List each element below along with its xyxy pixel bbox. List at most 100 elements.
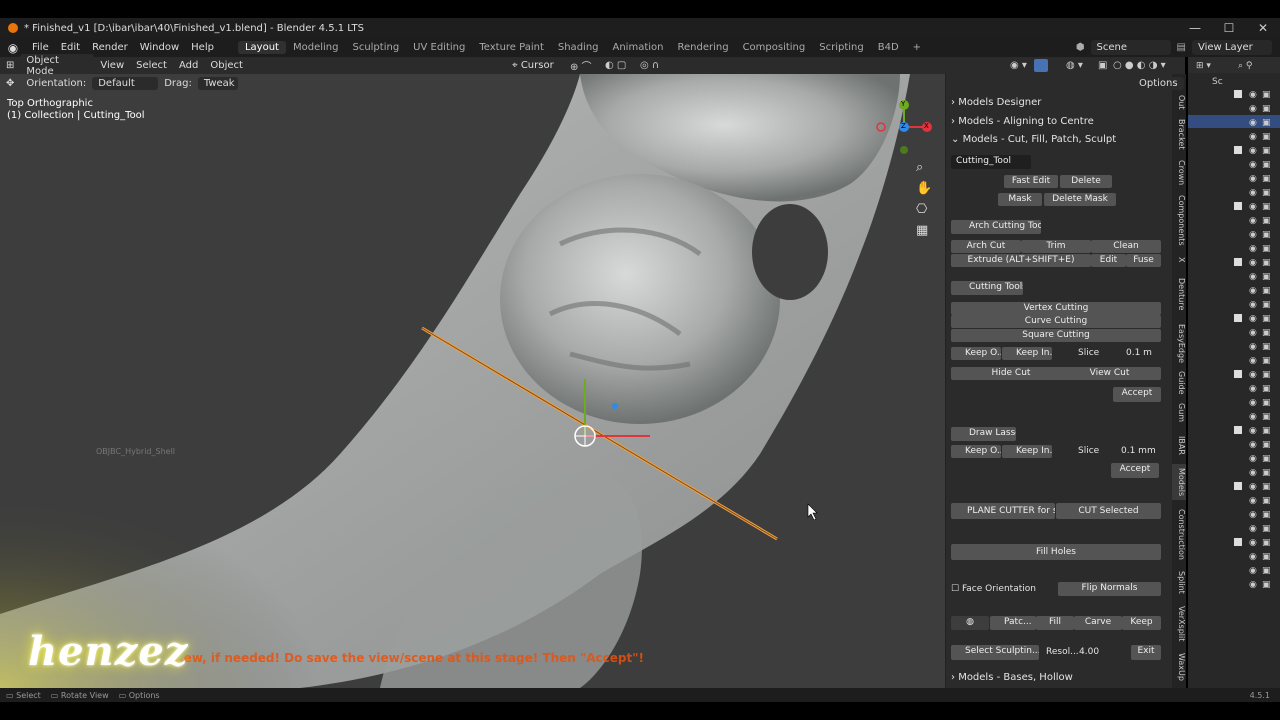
- outliner-visibility-icon[interactable]: ◉: [1249, 524, 1257, 534]
- outliner-panel[interactable]: ⊞ ▾ ⌕ ⚲ Sc ◉ ▣ ◉ ▣ ◉ ▣ ◉ ▣ ◉ ▣ ◉ ▣ ◉ ▣ ◉ ▣ ◉ ▣ ◉ ▣ ◉ ▣ ◉ ▣ ◉ ▣ ◉ ▣ ◉…: [1188, 57, 1280, 688]
- outliner-render-icon[interactable]: ▣: [1262, 524, 1271, 534]
- outliner-checkbox-icon[interactable]: [1234, 146, 1242, 154]
- outliner-visibility-icon[interactable]: ◉: [1249, 454, 1257, 464]
- editor-type-icon[interactable]: ⊞: [0, 60, 20, 71]
- visibility-icon[interactable]: ◉ ▾: [1010, 60, 1027, 71]
- xray-icon[interactable]: ▣: [1098, 60, 1107, 71]
- ortho-grid-icon[interactable]: ▦: [916, 223, 928, 238]
- tab-x[interactable]: X: [1172, 254, 1186, 266]
- outliner-render-icon[interactable]: ▣: [1262, 202, 1271, 212]
- tab-gum[interactable]: Gum: [1172, 402, 1186, 424]
- outliner-visibility-icon[interactable]: ◉: [1249, 230, 1257, 240]
- keep-inside-button[interactable]: Keep In...: [1002, 347, 1052, 360]
- outliner-render-icon[interactable]: ▣: [1262, 496, 1271, 506]
- outliner-visibility-icon[interactable]: ◉: [1249, 496, 1257, 506]
- pan-hand-icon[interactable]: ✋: [916, 181, 932, 196]
- fill-holes-button[interactable]: Fill Holes: [951, 544, 1161, 560]
- outliner-visibility-icon[interactable]: ◉: [1249, 370, 1257, 380]
- scene-selector[interactable]: Scene: [1090, 40, 1171, 55]
- tab-denture[interactable]: Denture: [1172, 274, 1186, 314]
- arch-cut-button[interactable]: Arch Cut: [951, 240, 1021, 253]
- outliner-checkbox-icon[interactable]: [1234, 314, 1242, 322]
- tab-uv-editing[interactable]: UV Editing: [406, 41, 472, 54]
- outliner-checkbox-icon[interactable]: [1234, 258, 1242, 266]
- view-cut-button[interactable]: View Cut: [1058, 367, 1161, 380]
- accept-button-2[interactable]: Accept: [1111, 463, 1159, 478]
- outliner-render-icon[interactable]: ▣: [1262, 454, 1271, 464]
- maximize-button[interactable]: ☐: [1212, 18, 1246, 38]
- outliner-render-icon[interactable]: ▣: [1262, 552, 1271, 562]
- outliner-visibility-icon[interactable]: ◉: [1249, 174, 1257, 184]
- outliner-visibility-icon[interactable]: ◉: [1249, 272, 1257, 282]
- outliner-visibility-icon[interactable]: ◉: [1249, 188, 1257, 198]
- outliner-visibility-icon[interactable]: ◉: [1249, 510, 1257, 520]
- outliner-checkbox-icon[interactable]: [1234, 482, 1242, 490]
- tab-out[interactable]: Out: [1172, 92, 1186, 112]
- keep-outside-button[interactable]: Keep O...: [951, 347, 1001, 360]
- zoom-icon[interactable]: ⌕: [916, 160, 923, 175]
- outliner-render-icon[interactable]: ▣: [1262, 174, 1271, 184]
- add-workspace-button[interactable]: +: [906, 41, 928, 54]
- square-cutting-button[interactable]: Square Cutting: [951, 329, 1161, 342]
- globe-icon[interactable]: ◍: [951, 616, 989, 630]
- trim-button[interactable]: Trim: [1021, 240, 1091, 253]
- outliner-checkbox-icon[interactable]: [1234, 202, 1242, 210]
- outliner-visibility-icon[interactable]: ◉: [1249, 286, 1257, 296]
- tab-rendering[interactable]: Rendering: [670, 41, 735, 54]
- tab-sculpting[interactable]: Sculpting: [345, 41, 406, 54]
- panel-bases-hollow[interactable]: › Models - Bases, Hollow: [951, 672, 1163, 683]
- outliner-visibility-icon[interactable]: ◉: [1249, 244, 1257, 254]
- outliner-visibility-icon[interactable]: ◉: [1249, 538, 1257, 548]
- lasso-keep-inside-button[interactable]: Keep In...: [1002, 445, 1052, 458]
- outliner-render-icon[interactable]: ▣: [1262, 440, 1271, 450]
- blender-logo-icon[interactable]: ◉: [6, 41, 20, 55]
- overlay-icon[interactable]: ◍ ▾: [1066, 60, 1083, 71]
- outliner-render-icon[interactable]: ▣: [1262, 132, 1271, 142]
- menu-render[interactable]: Render: [86, 42, 134, 53]
- outliner-render-icon[interactable]: ▣: [1262, 426, 1271, 436]
- delete-button[interactable]: Delete: [1060, 175, 1112, 188]
- cutting-tools-button[interactable]: Cutting Tools: [951, 281, 1023, 295]
- outliner-render-icon[interactable]: ▣: [1262, 118, 1271, 128]
- fuse-button[interactable]: Fuse: [1126, 254, 1161, 267]
- curve-cutting-button[interactable]: Curve Cutting: [951, 315, 1161, 328]
- tab-crown[interactable]: Crown: [1172, 158, 1186, 188]
- outliner-visibility-icon[interactable]: ◉: [1249, 482, 1257, 492]
- tab-animation[interactable]: Animation: [606, 41, 671, 54]
- outliner-render-icon[interactable]: ▣: [1262, 510, 1271, 520]
- outliner-visibility-icon[interactable]: ◉: [1249, 258, 1257, 268]
- navigation-gizmo[interactable]: Y Z X: [875, 99, 933, 157]
- outliner-visibility-icon[interactable]: ◉: [1249, 104, 1257, 114]
- view-layer-selector[interactable]: View Layer: [1192, 40, 1272, 55]
- menu-add[interactable]: Add: [173, 60, 204, 71]
- outliner-checkbox-icon[interactable]: [1234, 90, 1242, 98]
- lasso-keep-outside-button[interactable]: Keep O...: [951, 445, 1001, 458]
- outliner-visibility-icon[interactable]: ◉: [1249, 384, 1257, 394]
- outliner-render-icon[interactable]: ▣: [1262, 230, 1271, 240]
- vertex-cutting-button[interactable]: Vertex Cutting: [951, 302, 1161, 315]
- menu-edit[interactable]: Edit: [55, 42, 86, 53]
- close-button[interactable]: ✕: [1246, 18, 1280, 38]
- outliner-visibility-icon[interactable]: ◉: [1249, 356, 1257, 366]
- arch-cutting-tool-button[interactable]: Arch Cutting Tool: [951, 220, 1041, 234]
- camera-icon[interactable]: ⎔: [916, 202, 927, 217]
- falloff-icon[interactable]: ◎ ∩: [640, 60, 659, 71]
- edit-button[interactable]: Edit: [1091, 254, 1126, 267]
- tab-construction[interactable]: Construction: [1172, 506, 1186, 562]
- outliner-render-icon[interactable]: ▣: [1262, 566, 1271, 576]
- snap-icon[interactable]: ⊕ ⌒: [570, 58, 592, 73]
- outliner-render-icon[interactable]: ▣: [1262, 356, 1271, 366]
- tab-compositing[interactable]: Compositing: [736, 41, 813, 54]
- outliner-render-icon[interactable]: ▣: [1262, 244, 1271, 254]
- outliner-visibility-icon[interactable]: ◉: [1249, 342, 1257, 352]
- outliner-visibility-icon[interactable]: ◉: [1249, 440, 1257, 450]
- pivot-selector[interactable]: ⌖ Cursor: [512, 60, 554, 71]
- resolution-value[interactable]: 4.00: [1079, 647, 1099, 657]
- outliner-visibility-icon[interactable]: ◉: [1249, 216, 1257, 226]
- outliner-render-icon[interactable]: ▣: [1262, 314, 1271, 324]
- outliner-render-icon[interactable]: ▣: [1262, 188, 1271, 198]
- face-orientation-checkbox[interactable]: ☐ Face Orientation: [951, 584, 1036, 594]
- gizmo-toggle-icon[interactable]: [1034, 59, 1048, 72]
- outliner-visibility-icon[interactable]: ◉: [1249, 412, 1257, 422]
- outliner-visibility-icon[interactable]: ◉: [1249, 426, 1257, 436]
